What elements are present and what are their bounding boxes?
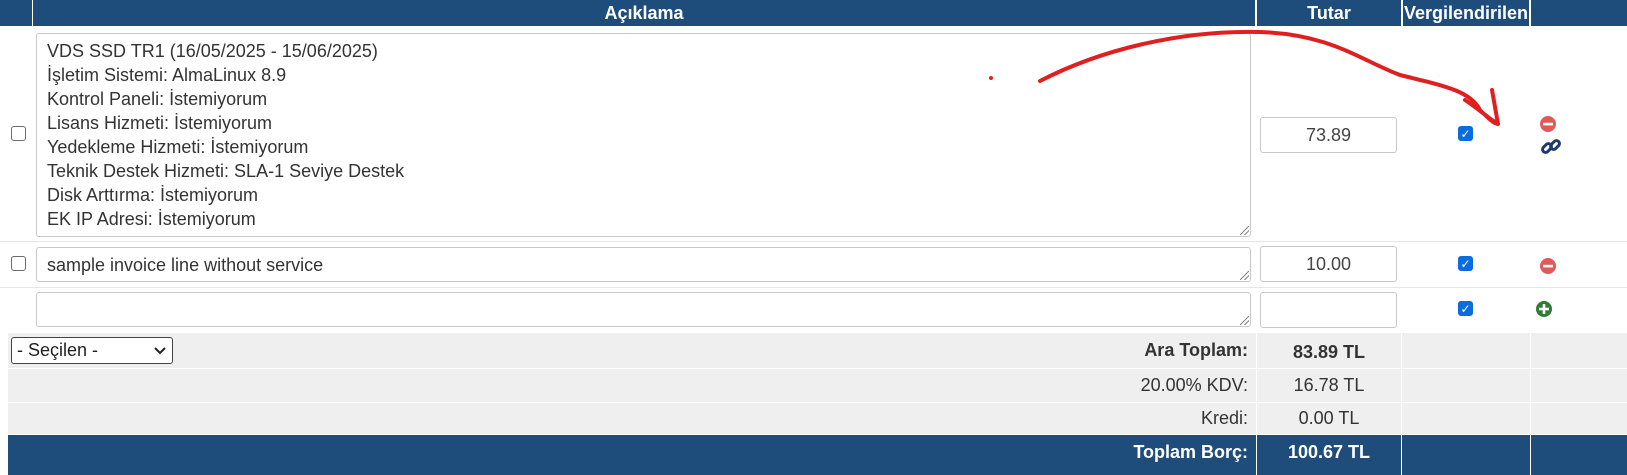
annotation-arrow-icon bbox=[989, 29, 1500, 126]
